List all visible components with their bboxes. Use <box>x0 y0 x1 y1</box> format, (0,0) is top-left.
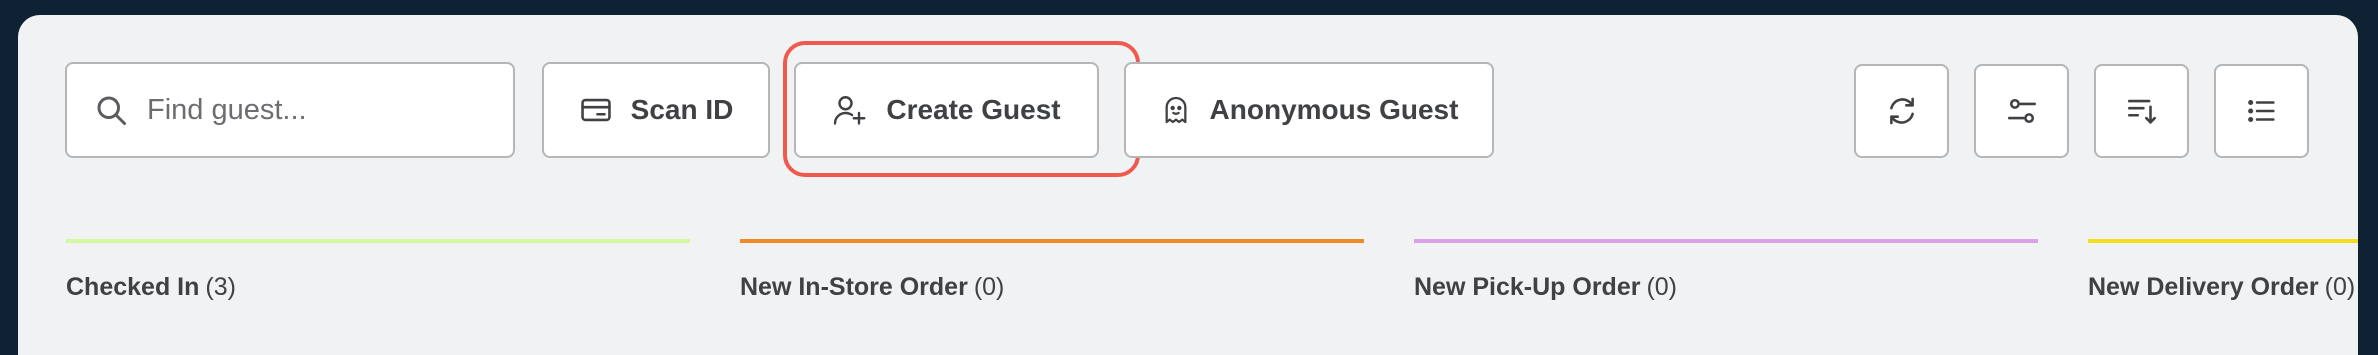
search-input[interactable] <box>145 92 479 128</box>
create-guest-highlight <box>783 41 1140 177</box>
column-title: New In-Store Order <box>740 273 968 301</box>
list-icon <box>2247 99 2275 123</box>
column-checked-in: Checked In (3) <box>66 239 690 302</box>
filter-button[interactable] <box>1974 64 2069 158</box>
column-pick-up: New Pick-Up Order (0) <box>1414 239 2038 302</box>
scan-id-label: Scan ID <box>630 94 734 125</box>
list-view-button[interactable] <box>2214 64 2309 158</box>
column-delivery: New Delivery Order (0) <box>2088 239 2358 302</box>
sort-icon <box>2127 99 2156 124</box>
column-title: New Pick-Up Order <box>1414 273 1641 301</box>
column-color-bar <box>2088 239 2358 243</box>
anonymous-guest-button[interactable]: Anonymous Guest <box>1124 62 1494 158</box>
scan-id-button[interactable]: Scan ID <box>542 62 770 158</box>
id-card-icon <box>580 98 611 122</box>
refresh-icon <box>1889 97 1914 125</box>
column-color-bar <box>740 239 1364 243</box>
column-title: Checked In <box>66 273 200 301</box>
column-count: (0) <box>1646 273 1678 301</box>
sliders-icon <box>2007 98 2036 124</box>
search-icon <box>97 96 126 125</box>
column-color-bar <box>66 239 690 243</box>
column-count: (0) <box>2324 273 2356 301</box>
column-title: New Delivery Order <box>2088 273 2319 301</box>
column-header: Checked In (3) <box>66 273 690 302</box>
column-color-bar <box>1414 239 2038 243</box>
main-panel: Scan ID Create Guest Anonymous Guest Che… <box>18 15 2358 355</box>
column-header: New Pick-Up Order (0) <box>1414 273 2038 302</box>
refresh-button[interactable] <box>1854 64 1949 158</box>
column-count: (0) <box>973 273 1005 301</box>
column-count: (3) <box>205 273 236 301</box>
search-box[interactable] <box>65 62 515 158</box>
column-header: New Delivery Order (0) <box>2088 273 2358 302</box>
anonymous-guest-label: Anonymous Guest <box>1209 94 1459 125</box>
sort-button[interactable] <box>2094 64 2189 158</box>
column-in-store: New In-Store Order (0) <box>740 239 1364 302</box>
column-header: New In-Store Order (0) <box>740 273 1364 302</box>
ghost-icon <box>1165 96 1186 124</box>
